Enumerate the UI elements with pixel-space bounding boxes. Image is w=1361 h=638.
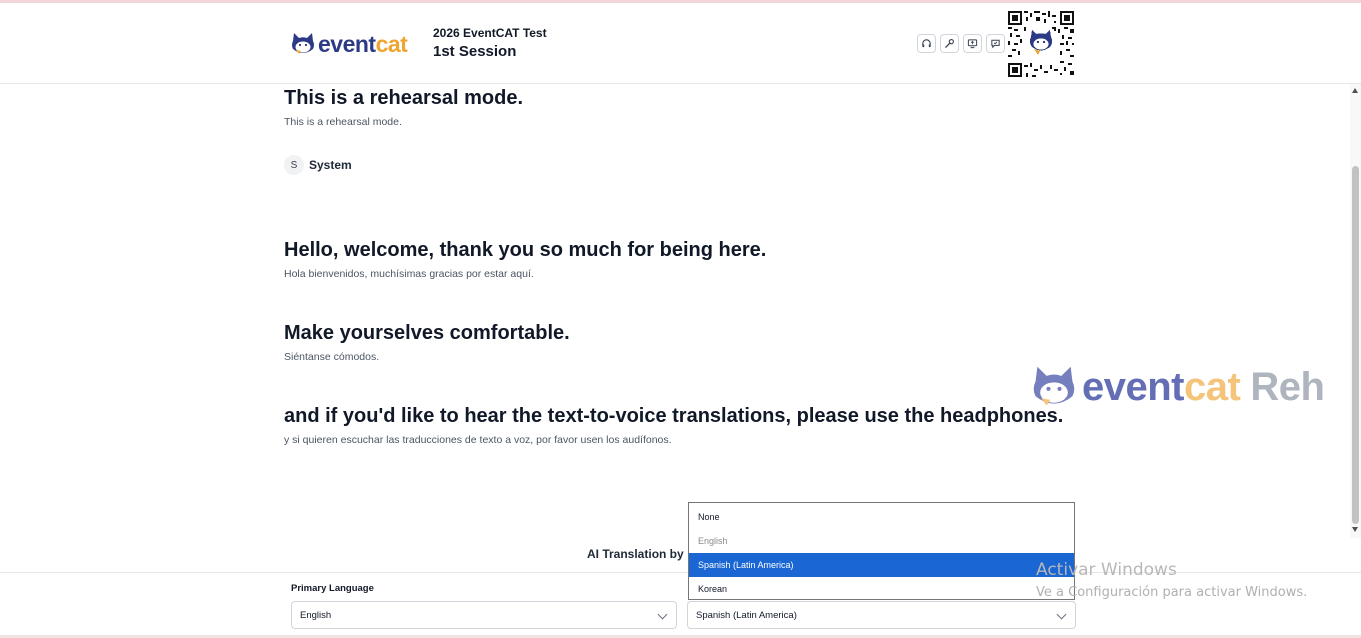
dropdown-option-english: English xyxy=(698,536,728,546)
speaker-avatar: S xyxy=(284,155,304,175)
primary-language-label: Primary Language xyxy=(291,583,374,594)
message-block: Make yourselves comfortable. Siéntanse c… xyxy=(284,320,570,364)
screen-share-button[interactable] xyxy=(963,34,982,53)
settings-button[interactable] xyxy=(940,34,959,53)
watermark-cat: cat xyxy=(1184,364,1241,409)
message-translation: Hola bienvenidos, muchísimas gracias por… xyxy=(284,268,534,280)
rehearsal-watermark: eventcat Reh xyxy=(1030,362,1325,412)
secondary-language-value: Spanish (Latin America) xyxy=(696,609,797,621)
chat-button[interactable] xyxy=(986,34,1005,53)
message-block: and if you'd like to hear the text-to-vo… xyxy=(284,403,1063,447)
message-translation: y si quieren escuchar las traducciones d… xyxy=(284,434,672,446)
logo-text-cat: cat xyxy=(375,30,408,57)
eventcat-logo[interactable]: eventcat xyxy=(290,29,408,59)
cat-logo-icon xyxy=(292,33,314,54)
qr-code xyxy=(1008,11,1074,77)
primary-language-value: English xyxy=(300,609,332,621)
message-text: Make yourselves comfortable. xyxy=(284,322,570,344)
headphones-button[interactable] xyxy=(917,34,936,53)
speaker-name: System xyxy=(309,158,352,172)
dropdown-option-spanish[interactable]: Spanish (Latin America) xyxy=(689,553,1074,577)
watermark-suffix: Reh xyxy=(1250,364,1325,409)
secondary-language-select[interactable]: Spanish (Latin America) xyxy=(687,601,1076,629)
vertical-scrollbar[interactable] xyxy=(1350,84,1361,538)
header: eventcat 2026 EventCAT Test 1st Session xyxy=(0,3,1361,84)
logo-text-event: event xyxy=(318,30,376,57)
watermark-event: event xyxy=(1082,364,1185,409)
session-name: 1st Session xyxy=(433,43,517,60)
scroll-down-arrow-icon[interactable] xyxy=(1352,527,1358,532)
session-info: 2026 EventCAT Test 1st Session xyxy=(433,26,547,63)
primary-language-select[interactable]: English xyxy=(291,601,677,629)
session-title: 2026 EventCAT Test xyxy=(433,26,547,40)
header-toolbar xyxy=(917,34,1005,53)
headphones-icon xyxy=(922,39,931,48)
dropdown-option-none[interactable]: None xyxy=(689,505,1074,529)
dropdown-option-korean[interactable]: Korean xyxy=(689,577,1074,601)
message-text: Hello, welcome, thank you so much for be… xyxy=(284,239,767,261)
windows-activation-title: Activar Windows xyxy=(1036,560,1177,580)
windows-activation-subtitle: Ve a Configuración para activar Windows. xyxy=(1036,585,1308,600)
message-translation: Siéntanse cómodos. xyxy=(284,351,380,363)
chevron-down-icon xyxy=(657,609,668,620)
chevron-down-icon xyxy=(1056,609,1067,620)
wrench-icon xyxy=(945,39,954,48)
scrollbar-thumb[interactable] xyxy=(1352,166,1359,524)
cat-watermark-icon xyxy=(1033,366,1075,406)
screen-share-icon xyxy=(967,39,978,49)
message-block: This is a rehearsal mode. This is a rehe… xyxy=(284,85,523,129)
speaker-tag: S System xyxy=(284,155,352,175)
message-text: This is a rehearsal mode. xyxy=(284,87,523,109)
language-dropdown-list: None English Spanish (Latin America) Kor… xyxy=(688,502,1075,600)
message-translation: This is a rehearsal mode. xyxy=(284,116,402,128)
message-block: Hello, welcome, thank you so much for be… xyxy=(284,237,766,281)
message-text: and if you'd like to hear the text-to-vo… xyxy=(284,405,1064,427)
chat-icon xyxy=(991,39,1000,49)
ai-translation-credit: AI Translation by xyxy=(587,547,684,561)
language-footer: Primary Language English Spanish (Latin … xyxy=(0,572,1361,638)
scroll-up-arrow-icon[interactable] xyxy=(1352,88,1358,93)
